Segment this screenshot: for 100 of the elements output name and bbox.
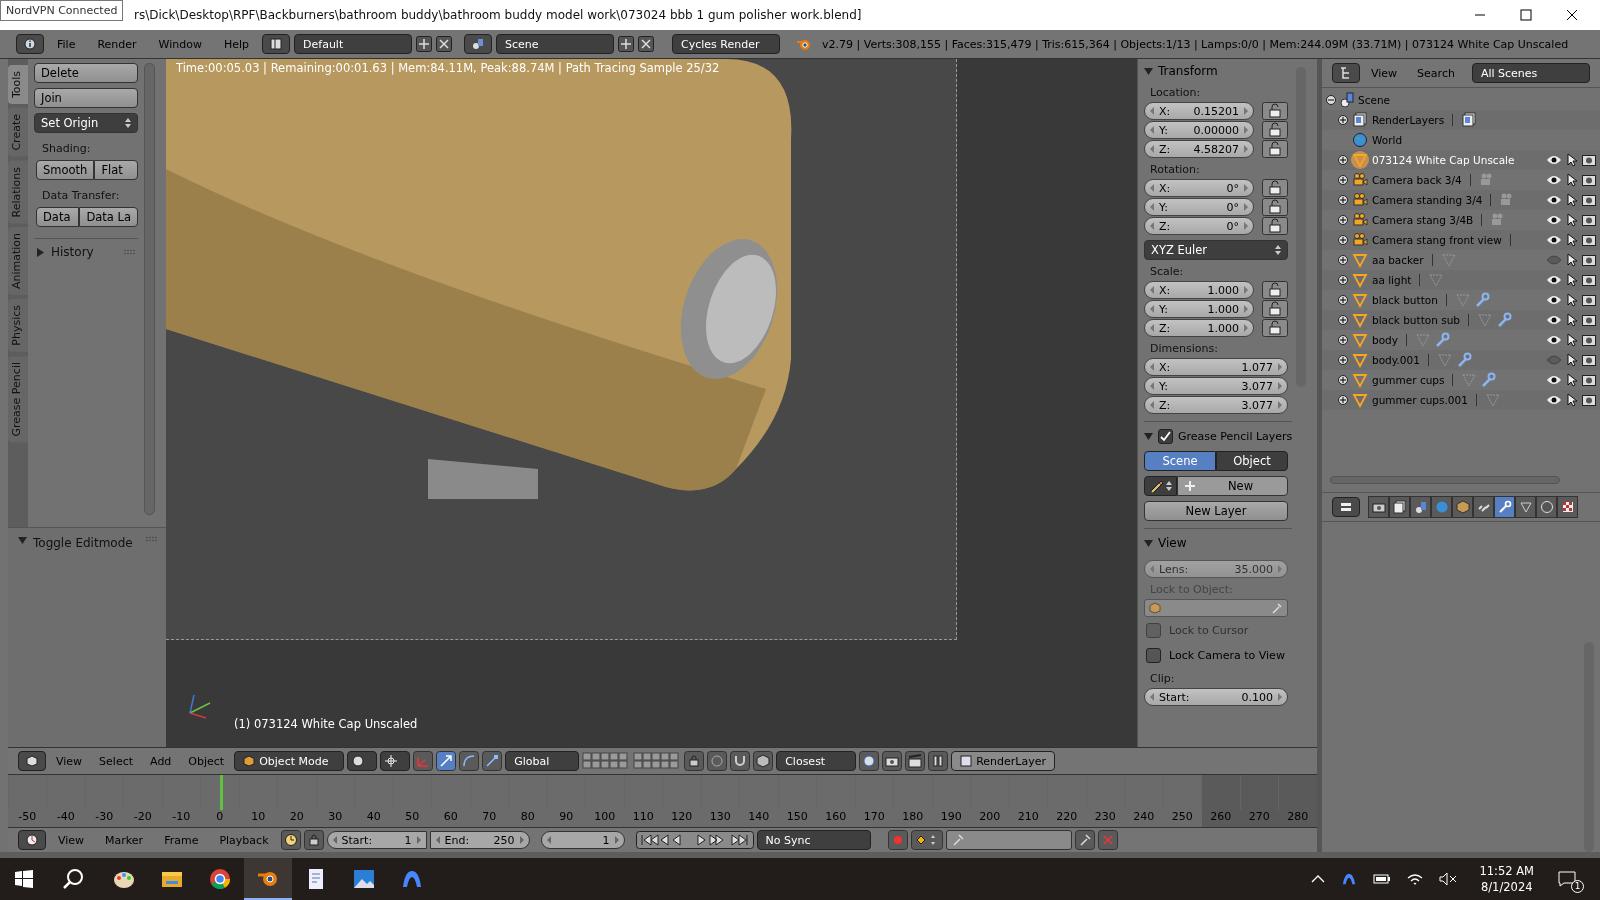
menu-item[interactable]: Search: [1408, 66, 1464, 80]
expand-icon[interactable]: [1338, 195, 1348, 205]
close-icon[interactable]: [1566, 9, 1578, 21]
padlock-icon[interactable]: [1262, 102, 1288, 120]
insert-key-icon[interactable]: [1074, 830, 1095, 850]
properties-tab[interactable]: [1557, 496, 1578, 518]
camera-icon[interactable]: [1582, 274, 1596, 286]
properties-tab[interactable]: [1389, 496, 1410, 518]
tool-button[interactable]: Join: [34, 88, 138, 108]
cursor-icon[interactable]: [1566, 313, 1578, 327]
tree-item[interactable]: Camera stang 3/4B: [1372, 214, 1474, 226]
speaker-muted-icon[interactable]: [1439, 872, 1458, 886]
expand-icon[interactable]: [1338, 295, 1348, 305]
scrollbar[interactable]: [1330, 476, 1560, 484]
close-icon[interactable]: [436, 36, 453, 52]
toggle-tab[interactable]: Object: [1216, 451, 1288, 471]
tool-button[interactable]: Flat: [94, 160, 138, 180]
tree-item[interactable]: gummer cups: [1372, 374, 1445, 386]
layer-grid-icon[interactable]: [582, 752, 631, 770]
snap-icon[interactable]: [859, 751, 880, 771]
expand-icon[interactable]: [1338, 315, 1348, 325]
collapse-icon[interactable]: [1326, 95, 1336, 105]
eye-icon[interactable]: [1546, 194, 1562, 206]
expand-icon[interactable]: [1338, 255, 1348, 265]
padlock-icon[interactable]: [1262, 217, 1288, 235]
set-origin-dropdown[interactable]: Set Origin: [34, 113, 138, 133]
menu-item[interactable]: Object: [181, 754, 232, 768]
maximize-icon[interactable]: [1520, 9, 1532, 21]
scale-icon[interactable]: [482, 751, 503, 771]
sync-dropdown[interactable]: No Sync: [756, 830, 871, 850]
panel-title[interactable]: History: [51, 245, 94, 259]
pause-icon[interactable]: [928, 751, 949, 771]
close-icon[interactable]: [638, 36, 655, 52]
menu-item[interactable]: Playback: [210, 833, 278, 847]
expand-triangle-icon[interactable]: [36, 247, 45, 257]
properties-tab[interactable]: [1368, 496, 1389, 518]
drag-handle-icon[interactable]: [124, 249, 136, 255]
padlock-icon[interactable]: [1262, 319, 1288, 337]
record-icon[interactable]: [887, 830, 908, 850]
clock[interactable]: 11:52 AM 8/1/2024: [1479, 863, 1534, 895]
new-layer-button[interactable]: New Layer: [1144, 501, 1288, 521]
battery-icon[interactable]: [1373, 873, 1392, 885]
properties-tab[interactable]: [1410, 496, 1431, 518]
tool-button[interactable]: Data La: [79, 207, 138, 227]
expand-triangle-icon[interactable]: [1144, 431, 1153, 441]
layout-field[interactable]: Default: [294, 34, 413, 54]
expand-triangle-icon[interactable]: [18, 536, 27, 545]
snap-target-dropdown[interactable]: Closest: [776, 751, 857, 771]
menu-item[interactable]: File: [48, 37, 85, 51]
tree-item[interactable]: black button sub: [1372, 314, 1460, 326]
playback-controls-icon[interactable]: [635, 831, 754, 849]
editor-type-button[interactable]: [16, 34, 44, 54]
camera-icon[interactable]: [1582, 374, 1596, 386]
menu-item[interactable]: Help: [214, 37, 259, 51]
checkbox-label[interactable]: Lock Camera to View: [1169, 648, 1285, 662]
camera-icon[interactable]: [1582, 214, 1596, 226]
side-tab[interactable]: Animation: [8, 227, 28, 296]
cursor-icon[interactable]: [1566, 253, 1578, 267]
tree-item[interactable]: aa backer: [1372, 254, 1424, 266]
eye-icon[interactable]: [1546, 374, 1562, 386]
side-tab[interactable]: Relations: [8, 160, 28, 224]
tree-item[interactable]: World: [1372, 134, 1403, 146]
panel-title[interactable]: Grease Pencil Layers: [1178, 429, 1293, 443]
cursor-icon[interactable]: [1566, 273, 1578, 287]
eyedropper-icon[interactable]: [1271, 602, 1283, 614]
scene-field[interactable]: Scene: [496, 34, 615, 54]
eye-icon[interactable]: [1546, 154, 1562, 166]
magnet-icon[interactable]: [730, 751, 751, 771]
eye-icon[interactable]: [1546, 394, 1562, 406]
expand-icon[interactable]: [1338, 335, 1348, 345]
menu-item[interactable]: Window: [149, 37, 211, 51]
add-icon[interactable]: [618, 36, 635, 52]
side-tab[interactable]: Physics: [8, 299, 28, 352]
properties-tab[interactable]: [1515, 496, 1536, 518]
shading-dropdown[interactable]: [347, 751, 378, 771]
cursor-icon[interactable]: [1566, 393, 1578, 407]
panel-title[interactable]: Transform: [1158, 64, 1218, 78]
lock-icon[interactable]: [684, 751, 705, 771]
add-icon[interactable]: [416, 36, 433, 52]
camera-icon[interactable]: [1582, 354, 1596, 366]
scrollbar[interactable]: [144, 63, 155, 515]
checkbox[interactable]: [1146, 647, 1161, 663]
expand-icon[interactable]: [1338, 355, 1348, 365]
windows-start-icon[interactable]: [15, 870, 33, 888]
camera-icon[interactable]: [1582, 394, 1596, 406]
menu-item[interactable]: View: [1362, 66, 1407, 80]
cursor-icon[interactable]: [1566, 293, 1578, 307]
cursor-icon[interactable]: [1566, 233, 1578, 247]
camera-icon[interactable]: [1582, 194, 1596, 206]
cube-icon[interactable]: [753, 751, 774, 771]
editor-type-button[interactable]: [1332, 497, 1360, 517]
expand-icon[interactable]: [1338, 235, 1348, 245]
padlock-icon[interactable]: [1262, 179, 1288, 197]
tree-item[interactable]: Scene: [1358, 94, 1390, 106]
toggle-tab[interactable]: Scene: [1144, 451, 1216, 471]
cursor-icon[interactable]: [1566, 153, 1578, 167]
checkbox[interactable]: [1158, 428, 1173, 444]
expand-icon[interactable]: [1338, 115, 1348, 125]
eye-icon[interactable]: [1546, 214, 1562, 226]
clapper-icon[interactable]: [905, 751, 926, 771]
